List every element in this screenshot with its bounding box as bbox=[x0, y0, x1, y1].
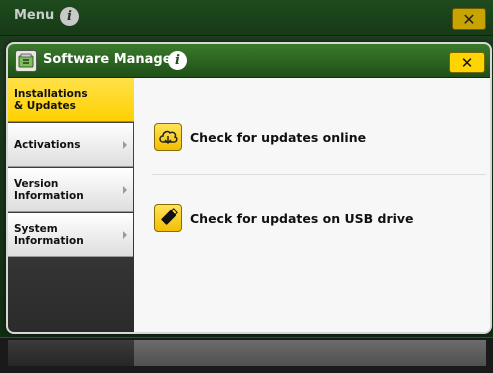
chevron-right-icon bbox=[123, 230, 127, 239]
close-button[interactable]: ✕ bbox=[449, 52, 485, 73]
sidebar-item-system-information[interactable]: System Information bbox=[8, 213, 133, 257]
software-manager-dialog: Software Manager i ✕ Installations & Upd… bbox=[6, 42, 492, 334]
background-footer-left bbox=[8, 340, 134, 366]
sidebar-item-installations-updates[interactable]: Installations & Updates bbox=[8, 78, 146, 122]
sidebar-item-label: Version Information bbox=[14, 177, 84, 202]
usb-drive-icon bbox=[154, 204, 182, 232]
check-updates-usb-button[interactable]: Check for updates on USB drive bbox=[154, 202, 484, 234]
sidebar: Installations & Updates Activations Vers… bbox=[8, 78, 146, 332]
check-updates-online-button[interactable]: Check for updates online bbox=[154, 121, 484, 153]
option-label: Check for updates on USB drive bbox=[190, 210, 414, 226]
sidebar-item-label: Installations & Updates bbox=[14, 87, 88, 112]
info-icon[interactable]: i bbox=[168, 51, 187, 70]
cloud-download-icon bbox=[154, 123, 182, 151]
sidebar-item-label: System Information bbox=[14, 222, 84, 247]
option-label: Check for updates online bbox=[190, 129, 367, 145]
background-title: Menu bbox=[14, 8, 55, 23]
background-footer-right bbox=[134, 340, 486, 366]
background-info-icon[interactable]: i bbox=[60, 7, 79, 26]
content-pane: Check for updates online Check for updat… bbox=[134, 78, 490, 332]
sidebar-item-activations[interactable]: Activations bbox=[8, 123, 133, 167]
sidebar-item-label: Activations bbox=[14, 138, 81, 151]
chevron-right-icon bbox=[123, 185, 127, 194]
chevron-right-icon bbox=[123, 140, 127, 149]
background-close-button[interactable]: ✕ bbox=[452, 8, 486, 30]
dialog-header: Software Manager i ✕ bbox=[8, 44, 490, 78]
dialog-title: Software Manager bbox=[43, 52, 178, 67]
divider bbox=[152, 174, 486, 175]
background-header: Menu i ✕ bbox=[0, 0, 493, 36]
software-manager-icon bbox=[15, 50, 37, 72]
sidebar-item-version-information[interactable]: Version Information bbox=[8, 168, 133, 212]
